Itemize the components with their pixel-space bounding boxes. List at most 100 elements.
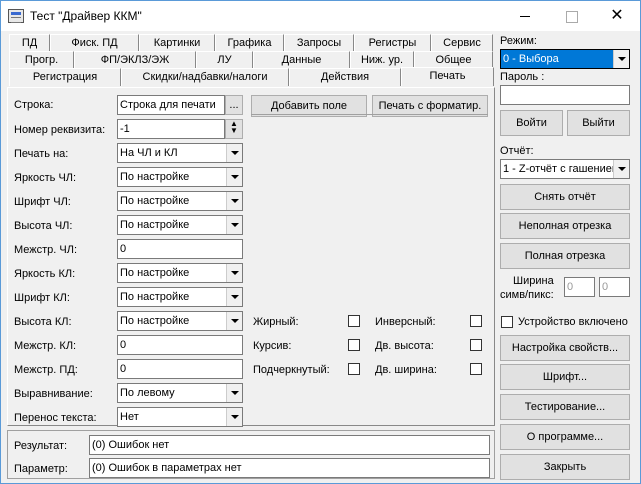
height-cl-value: По настройке: [120, 219, 190, 231]
parameter-field: (0) Ошибок в параметрах нет: [89, 458, 490, 478]
app-icon: [8, 9, 24, 23]
password-input[interactable]: [500, 85, 630, 105]
testing-button[interactable]: Тестирование...: [500, 394, 630, 420]
italic-checkbox[interactable]: [348, 339, 360, 351]
requisite-input[interactable]: -1: [117, 119, 225, 139]
window-title: Тест "Драйвер ККМ": [30, 9, 142, 23]
width-chars-input[interactable]: 0: [564, 277, 595, 297]
full-cut-button[interactable]: Полная отрезка: [500, 243, 630, 269]
font-cl-value: По настройке: [120, 195, 190, 207]
wrap-value: Нет: [120, 411, 139, 423]
line-input[interactable]: Строка для печати: [117, 95, 225, 115]
password-label: Пароль :: [500, 71, 545, 83]
tab-registers[interactable]: Регистры: [354, 34, 431, 52]
close-button[interactable]: Закрыть: [500, 454, 630, 480]
chevron-down-icon: [226, 264, 242, 282]
logout-button[interactable]: Выйти: [567, 110, 630, 136]
close-window-button[interactable]: ✕: [594, 1, 640, 31]
chevron-down-icon: [226, 312, 242, 330]
partial-cut-button[interactable]: Неполная отрезка: [500, 213, 630, 239]
requisite-label: Номер реквизита:: [14, 124, 106, 136]
height-kl-label: Высота КЛ:: [14, 316, 72, 328]
spacing-kl-input[interactable]: 0: [117, 335, 243, 355]
tab-service[interactable]: Сервис: [431, 34, 493, 52]
spacing-cl-input[interactable]: 0: [117, 239, 243, 259]
wrap-select[interactable]: Нет: [117, 407, 243, 427]
inverse-label: Инверсный:: [375, 316, 436, 328]
title-bar: Тест "Драйвер ККМ" ✕: [1, 1, 640, 31]
tab-requests[interactable]: Запросы: [284, 34, 354, 52]
font-cl-select[interactable]: По настройке: [117, 191, 243, 211]
height-kl-value: По настройке: [120, 315, 190, 327]
device-enabled-checkbox[interactable]: [501, 316, 513, 328]
tab-pictures[interactable]: Картинки: [139, 34, 215, 52]
double-height-label: Дв. высота:: [375, 340, 434, 352]
align-select[interactable]: По левому: [117, 383, 243, 403]
height-kl-select[interactable]: По настройке: [117, 311, 243, 331]
print-on-select[interactable]: На ЧЛ и КЛ: [117, 143, 243, 163]
underline-label: Подчеркнутый:: [253, 364, 330, 376]
brightness-kl-select[interactable]: По настройке: [117, 263, 243, 283]
font-kl-select[interactable]: По настройке: [117, 287, 243, 307]
height-cl-select[interactable]: По настройке: [117, 215, 243, 235]
chevron-down-icon: [226, 384, 242, 402]
parameter-label: Параметр:: [14, 463, 68, 475]
properties-button[interactable]: Настройка свойств...: [500, 335, 630, 361]
bold-label: Жирный:: [253, 316, 299, 328]
about-button[interactable]: О программе...: [500, 424, 630, 450]
tab-actions[interactable]: Действия: [289, 68, 401, 86]
mode-value: 0 - Выбора: [503, 53, 559, 65]
take-report-button[interactable]: Снять отчёт: [500, 184, 630, 210]
height-cl-label: Высота ЧЛ:: [14, 220, 73, 232]
spacing-kl-label: Межстр. КЛ:: [14, 340, 77, 352]
chevron-down-icon: [613, 160, 629, 178]
spacing-cl-label: Межстр. ЧЛ:: [14, 244, 78, 256]
chevron-down-icon: [226, 168, 242, 186]
brightness-cl-label: Яркость ЧЛ:: [14, 172, 77, 184]
tab-fisk-pd[interactable]: Фиск. ПД: [50, 34, 139, 52]
mode-select[interactable]: 0 - Выбора: [500, 49, 630, 69]
maximize-button[interactable]: [548, 1, 594, 31]
inverse-checkbox[interactable]: [470, 315, 482, 327]
minimize-button[interactable]: [502, 1, 548, 31]
report-select[interactable]: 1 - Z-отчёт с гашением: [500, 159, 630, 179]
spacing-pd-label: Межстр. ПД:: [14, 364, 78, 376]
login-button[interactable]: Войти: [500, 110, 563, 136]
align-value: По левому: [120, 387, 175, 399]
chevron-down-icon: [226, 144, 242, 162]
italic-label: Курсив:: [253, 340, 292, 352]
width-pixels-input[interactable]: 0: [599, 277, 630, 297]
underline-checkbox[interactable]: [348, 363, 360, 375]
tab-print[interactable]: Печать: [401, 67, 494, 86]
chevron-down-icon: [226, 288, 242, 306]
brightness-cl-select[interactable]: По настройке: [117, 167, 243, 187]
tab-lu[interactable]: ЛУ: [196, 51, 253, 69]
tab-registration[interactable]: Регистрация: [9, 68, 121, 86]
result-label: Результат:: [14, 440, 68, 452]
font-cl-label: Шрифт ЧЛ:: [14, 196, 71, 208]
double-height-checkbox[interactable]: [470, 339, 482, 351]
bold-checkbox[interactable]: [348, 315, 360, 327]
main-window: Тест "Драйвер ККМ" ✕ ПД Фиск. ПД Картинк…: [0, 0, 641, 484]
tab-data[interactable]: Данные: [253, 51, 350, 69]
print-on-value: На ЧЛ и КЛ: [120, 147, 178, 159]
requisite-spinner[interactable]: ▲ ▼: [225, 119, 243, 139]
device-enabled-label: Устройство включено: [518, 316, 628, 328]
tab-fp-eklz[interactable]: ФП/ЭКЛЗ/ЭЖ: [74, 51, 196, 69]
tab-discounts[interactable]: Скидки/надбавки/налоги: [121, 68, 289, 86]
width-label-line2: симв/пикс:: [500, 289, 554, 301]
line-label: Строка:: [14, 99, 54, 111]
tab-pd[interactable]: ПД: [9, 34, 50, 52]
double-width-checkbox[interactable]: [470, 363, 482, 375]
mode-label: Режим:: [500, 35, 537, 47]
brightness-kl-value: По настройке: [120, 267, 190, 279]
separator: [251, 114, 488, 115]
result-field: (0) Ошибок нет: [89, 435, 490, 455]
brightness-cl-value: По настройке: [120, 171, 190, 183]
tab-progr[interactable]: Прогр.: [9, 51, 74, 69]
double-width-label: Дв. ширина:: [375, 364, 437, 376]
line-browse-button[interactable]: ...: [225, 95, 243, 115]
font-button[interactable]: Шрифт...: [500, 364, 630, 390]
spacing-pd-input[interactable]: 0: [117, 359, 243, 379]
tab-graphics[interactable]: Графика: [215, 34, 284, 52]
